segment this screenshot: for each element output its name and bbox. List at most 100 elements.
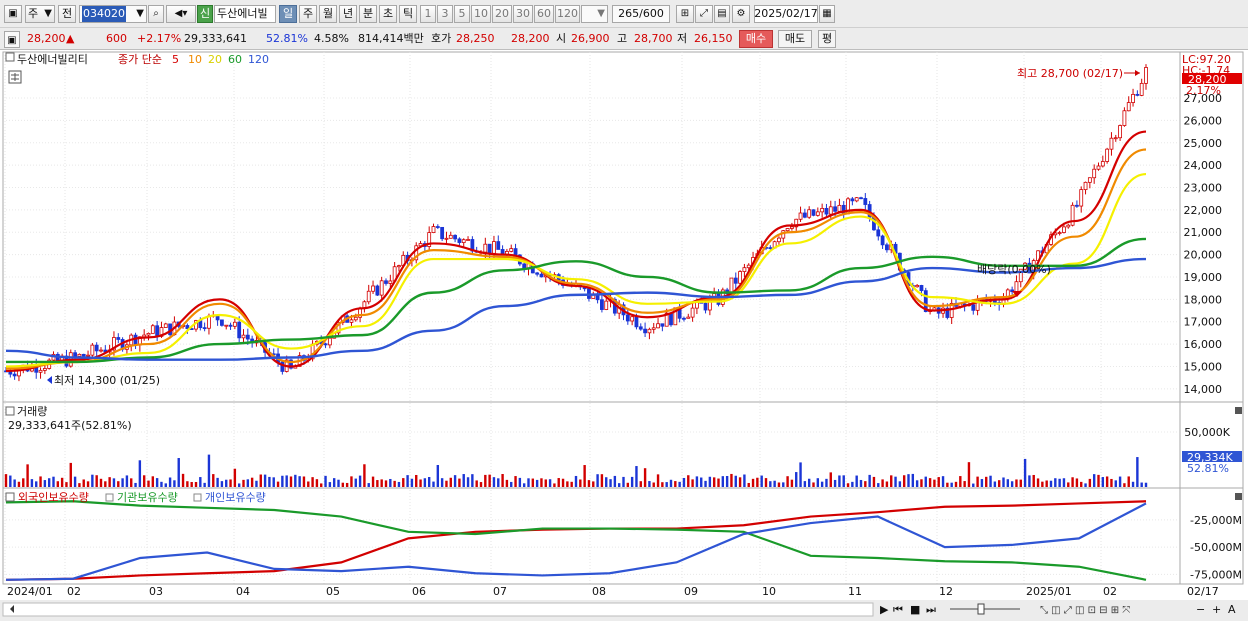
window-icon[interactable]: ▣ [4,31,20,48]
volume-tick-label: 50,000K [1184,426,1230,439]
scroll-right-icon[interactable]: ▶ [880,603,889,616]
volume-bar [337,479,340,487]
volume-bar [1131,481,1135,487]
rewind-icon[interactable]: ⏮ [893,603,903,616]
prev-label: 전 [61,7,73,20]
period-day[interactable]: 일 [279,5,297,23]
count-input[interactable]: 265/600 [612,5,670,23]
volume-bar [302,476,306,487]
search-icon[interactable]: ⌕ [148,5,164,23]
panel-close-icon[interactable] [1235,407,1242,414]
period-tick[interactable]: 틱 [399,5,417,23]
dropdown-arrow-icon: ▼ [136,8,144,19]
calendar-icon[interactable]: ▦ [819,5,835,23]
volume-bar [864,481,867,487]
volume-bar [60,477,64,487]
volume-bar [630,476,634,487]
volume-bar [168,477,172,487]
candle-body [1126,102,1131,112]
volume-bar [216,477,219,487]
interval-30[interactable]: 30 [513,5,533,23]
candle-body [1066,224,1071,228]
interval-5[interactable]: 5 [454,5,470,23]
market-type-select[interactable]: 주 ▼ [25,5,55,23]
panel-close-icon[interactable] [1235,493,1242,500]
interval-1[interactable]: 1 [420,5,436,23]
period-month[interactable]: 월 [319,5,337,23]
candle-body [384,280,388,284]
volume-bar [354,478,357,487]
volume-bar [579,479,582,487]
volume-bar [1097,474,1100,487]
holdings-panel [2,487,1244,585]
scrollbar-track[interactable] [2,602,874,617]
speaker-icon[interactable]: ◀▾ [166,5,196,23]
volume-bar [432,481,435,487]
zoom-in-icon[interactable]: + [1212,603,1221,616]
candle-body [1135,93,1140,96]
volume-bar [937,477,940,487]
candle-body [820,207,825,213]
ask-label: 호가 [431,32,452,45]
panel-menu-icon[interactable] [5,492,15,502]
holdings-tick-label: -75,000M [1190,568,1242,581]
volume-bar [155,478,159,487]
code-input[interactable]: 034020 ▼ [79,5,147,23]
volume-bar [795,472,798,487]
window-icon[interactable]: ▣ [4,5,22,23]
volume-bar [561,478,565,487]
zoom-out-icon[interactable]: − [1196,603,1205,616]
interval-120[interactable]: 120 [555,5,580,23]
period-minute[interactable]: 분 [359,5,377,23]
volume-bar [959,476,962,487]
candle-body [371,285,375,292]
interval-20[interactable]: 20 [492,5,512,23]
candle-body [880,235,885,246]
sell-button[interactable]: 매도 [778,30,812,48]
volume-bar [52,476,55,487]
volume-bar [786,476,789,487]
volume-bar [203,482,206,487]
volume-bar [1010,481,1014,487]
panel-menu-icon[interactable] [5,52,15,62]
candle-body [99,349,103,352]
price-tick-label: 21,000 [1184,226,1223,239]
zoom-slider-handle[interactable] [977,603,985,615]
save-icon[interactable]: ▤ [714,5,730,23]
panel-menu-icon[interactable] [5,406,15,416]
tools-icon[interactable]: ⊞ [676,5,694,23]
volume-bar [510,481,513,487]
candle-body [742,267,747,272]
volume-bar [363,464,366,487]
date-input[interactable]: 2025/02/17 [754,5,818,23]
volume-bar [665,482,668,487]
font-size-icon[interactable]: A [1228,603,1236,616]
volume-bar [902,475,906,487]
stop-icon[interactable]: ■ [910,603,920,616]
gear-icon[interactable]: ⚙ [732,5,750,23]
candle-body [630,316,635,322]
interval-input[interactable]: ▼ [581,5,608,23]
draw-icon[interactable]: ⤢ [695,5,713,23]
volume-bar [160,481,163,487]
chart-area: 27,000 26,000 25,000 24,000 23,000 22,000 21,0… [0,50,1248,621]
stock-chart-svg[interactable]: 27,00026,00025,00024,00023,00022,00021,0… [0,50,1248,621]
volume-bar [91,474,94,487]
legend-ma5: 5 [172,53,179,66]
interval-3[interactable]: 3 [437,5,453,23]
dropdown-arrow-icon: ▼ [44,8,52,19]
volume-bar [924,476,927,487]
period-year[interactable]: 년 [339,5,357,23]
prev-button[interactable]: 전 [58,5,76,23]
volume-bar [475,480,478,487]
forward-icon[interactable]: ⏭ [926,603,936,616]
period-second[interactable]: 초 [379,5,397,23]
period-week[interactable]: 주 [299,5,317,23]
buy-button[interactable]: 매수 [739,30,773,48]
candle-body [660,323,665,327]
interval-60[interactable]: 60 [534,5,554,23]
tool-icons[interactable]: ⤡ ◫ ⤢ ◫ ⊡ ⊟ ⊞ ⤧ [1040,605,1130,616]
average-button[interactable]: 평 [818,30,836,48]
volume-bar [799,462,802,487]
interval-10[interactable]: 10 [471,5,491,23]
